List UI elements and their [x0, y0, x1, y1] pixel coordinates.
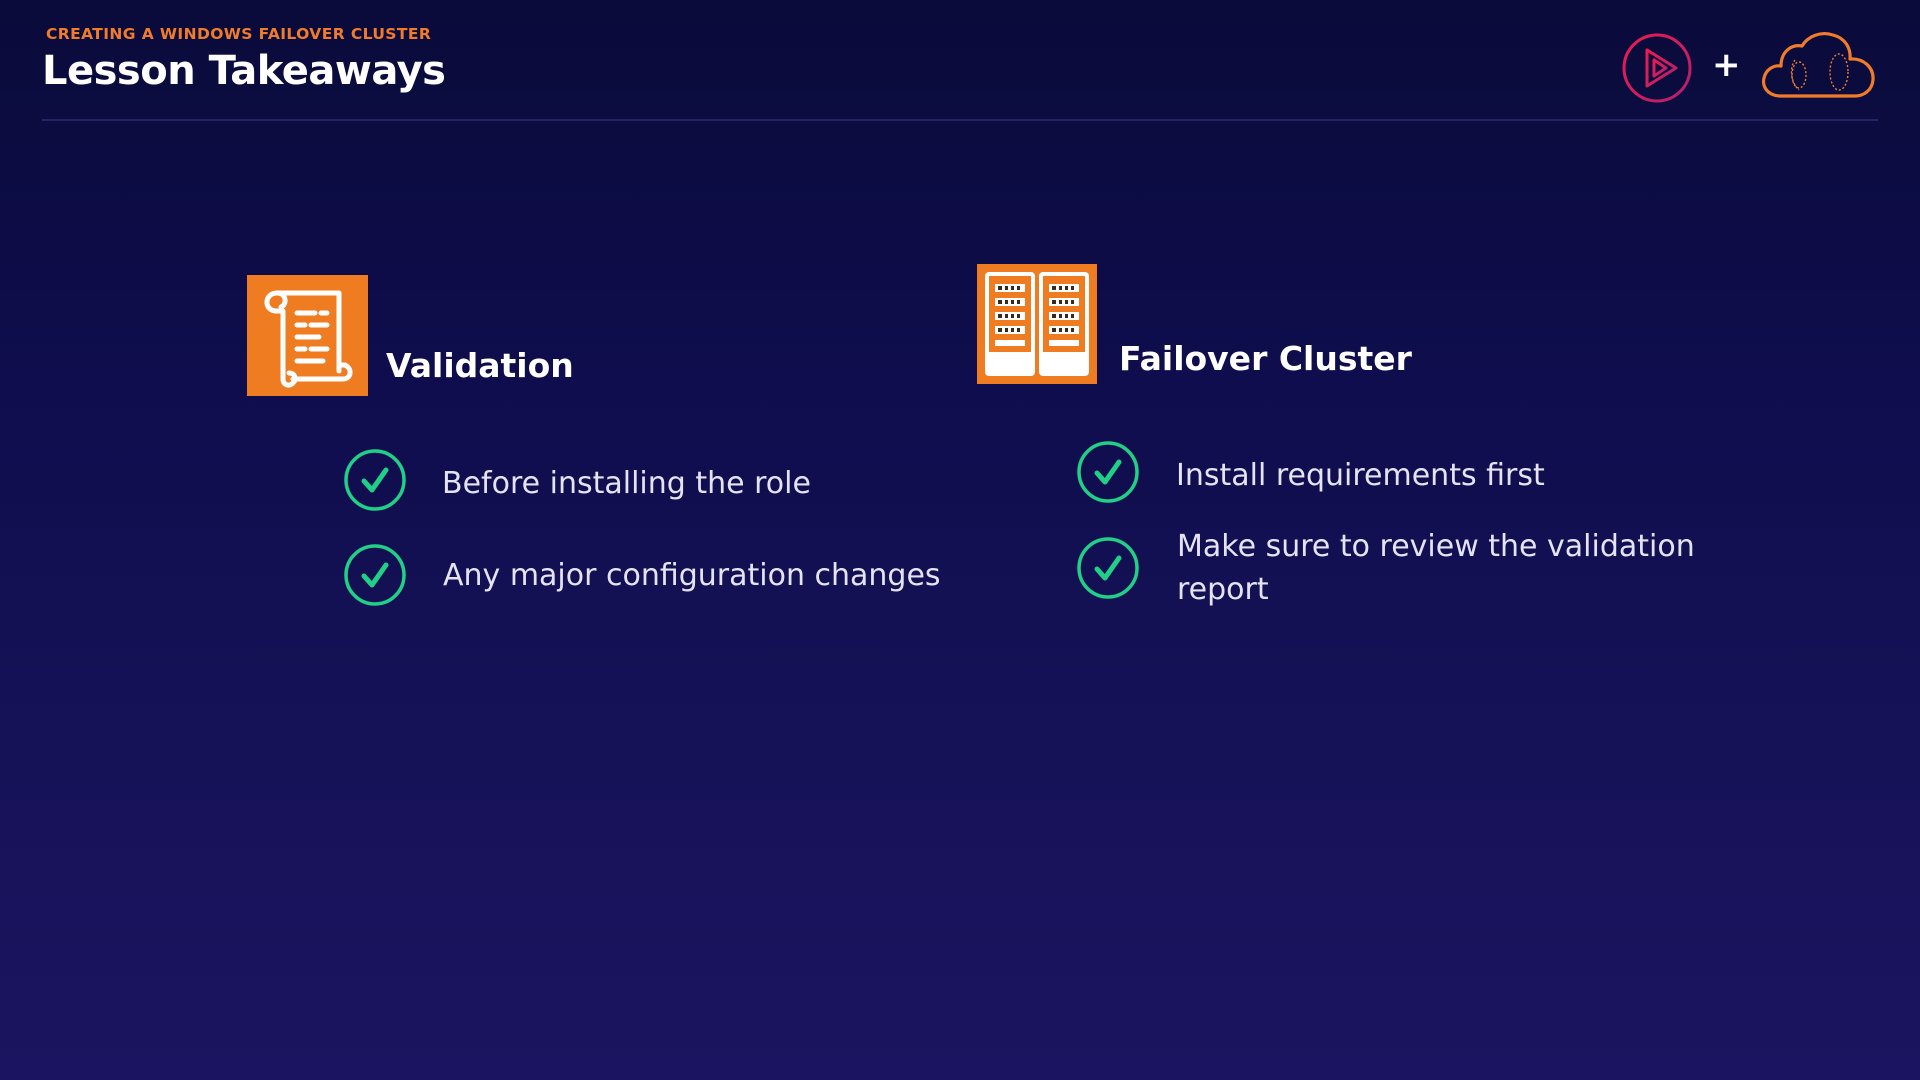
list-item: Install requirements first: [1176, 458, 1545, 493]
scroll-document-icon: [247, 275, 368, 396]
list-item: Any major configuration changes: [443, 558, 941, 593]
validation-heading: Validation: [386, 346, 574, 385]
play-logo-icon: [1622, 33, 1692, 103]
check-circle-icon: [344, 449, 406, 511]
check-circle-icon: [344, 544, 406, 606]
course-kicker: CREATING A WINDOWS FAILOVER CLUSTER: [46, 25, 432, 43]
check-circle-icon: [1077, 537, 1139, 599]
cloud-logo-icon: [1761, 32, 1875, 98]
header-divider: [42, 119, 1878, 121]
page-title: Lesson Takeaways: [42, 48, 446, 94]
plus-sign: +: [1712, 45, 1741, 85]
list-item: Before installing the role: [442, 466, 811, 501]
check-circle-icon: [1077, 441, 1139, 503]
failover-cluster-heading: Failover Cluster: [1119, 339, 1412, 378]
list-item: Make sure to review the validation repor…: [1177, 529, 1695, 607]
server-racks-icon: [977, 264, 1097, 384]
